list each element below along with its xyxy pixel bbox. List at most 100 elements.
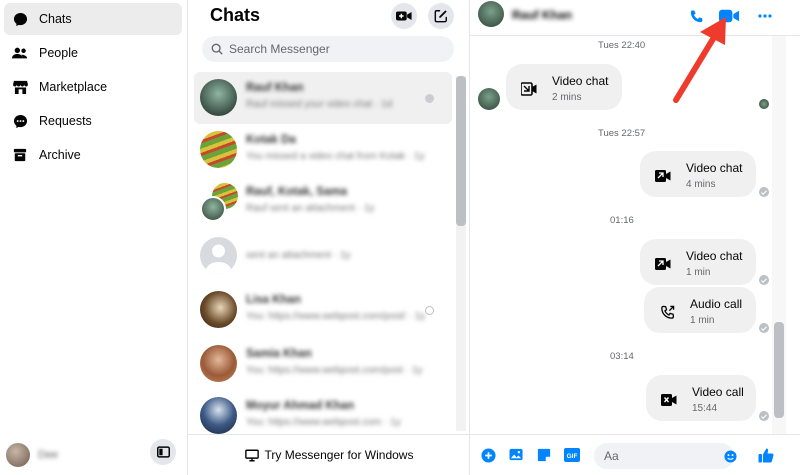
conversation-title[interactable]: Rauf Khan [512,8,572,22]
avatar [200,291,237,328]
new-message-button[interactable] [428,3,454,29]
nav-item-marketplace[interactable]: Marketplace [4,71,182,103]
avatar[interactable] [6,443,30,467]
video-call-button[interactable] [718,6,740,26]
conversation-panel: Rauf Khan Tues 22:40 Video chat 2 mins T… [470,0,800,475]
missed-video-call-icon [660,391,678,409]
avatar [200,196,226,222]
call-message[interactable]: Video chat 2 mins [506,64,622,110]
message-composer: GIF Aa [470,434,800,475]
compose-icon [434,9,448,23]
call-duration: 1 min [686,267,711,278]
delivered-icon [759,187,769,197]
outgoing-call-icon [658,303,676,321]
conversation-preview: Rauf missed your video chat · 1d [246,99,393,110]
more-options-button[interactable] [755,6,775,26]
video-icon [654,255,672,273]
conversation-name: Rauf Khan [246,82,304,94]
try-messenger-label: Try Messenger for Windows [264,448,414,462]
avatar [200,345,237,382]
nav-item-label: Requests [39,114,92,128]
conversation-header: Rauf Khan [470,0,800,36]
thumbs-up-icon [758,447,774,463]
plus-circle-icon [480,447,496,463]
more-icon [758,14,772,18]
conversation-name: Samia Khan [246,348,312,360]
message-placeholder: Aa [604,449,619,463]
gif-icon: GIF [564,448,580,462]
conversation-scrollbar[interactable] [774,322,784,418]
store-icon [12,79,28,95]
list-item[interactable]: Lisa Khan You: https://www.webpost.com/p… [194,284,452,336]
new-room-button[interactable] [391,3,417,29]
timestamp: Tues 22:57 [598,128,646,139]
list-item[interactable]: Samia Khan You: https://www.webpost.com/… [194,338,452,390]
list-item[interactable]: Kotak Da You missed a video chat from Ko… [194,124,452,176]
gif-button[interactable]: GIF [564,447,580,463]
call-message[interactable]: Video chat 1 min [640,239,756,285]
more-actions-button[interactable] [480,447,496,463]
timestamp: Tues 22:40 [598,40,646,51]
sent-status-icon [425,306,434,315]
read-status-icon [425,94,434,103]
sidebar-icon [156,446,170,458]
call-duration: 4 mins [686,179,716,190]
search-input[interactable]: Search Messenger [202,36,454,62]
left-navigation: Chats People Marketplace Requests Archiv… [0,0,188,475]
conversation-preview: sent an attachment · 1y [246,250,351,261]
people-icon [12,45,28,61]
conversation-name: Moyur Ahmad Khan [246,400,355,412]
conversation-preview: You: https://www.webpost.com · 1y [246,417,401,428]
desktop-icon [244,449,259,462]
sticker-button[interactable] [536,447,552,463]
call-duration: 2 mins [552,92,582,103]
audio-call-button[interactable] [686,6,706,26]
archive-icon [12,147,28,163]
chat-list-scrollbar[interactable] [456,76,466,226]
conversation-name: Lisa Khan [246,294,301,306]
page-title: Chats [210,5,261,25]
search-icon [211,43,223,55]
list-item[interactable]: Rauf Khan Rauf missed your video chat · … [194,72,452,124]
photo-icon [509,448,524,462]
seen-avatar [759,99,769,109]
conversation-preview: You: https://www.webpost.com/post · 1y [246,365,423,376]
delivered-icon [759,275,769,285]
avatar [200,79,237,116]
conversation-preview: Rauf sent an attachment · 1y [246,203,375,214]
video-icon [654,167,672,185]
like-button[interactable] [758,447,774,463]
avatar [200,397,237,434]
attach-photo-button[interactable] [508,447,524,463]
nav-item-requests[interactable]: Requests [4,105,182,137]
call-title: Audio call [690,297,743,311]
call-message[interactable]: Audio call 1 min [644,287,756,333]
emoji-icon [723,449,737,463]
avatar [200,237,237,274]
conversation-preview: You missed a video chat from Kotak · 1y [246,151,425,162]
try-messenger-windows-link[interactable]: Try Messenger for Windows [188,434,470,475]
phone-icon [689,9,704,24]
call-message[interactable]: Video call 15:44 [646,375,756,421]
nav-item-archive[interactable]: Archive [4,139,182,171]
call-duration: 15:44 [692,403,718,414]
nav-item-chats[interactable]: Chats [4,3,182,35]
conversation-preview: You: https://www.webpost.com/post/ · 1y [246,311,426,322]
svg-text:GIF: GIF [567,453,578,460]
video-camera-icon [718,9,740,23]
list-item[interactable]: Rauf, Kotak, Sama Rauf sent an attachmen… [194,176,452,228]
sticker-icon [537,448,551,462]
nav-item-people[interactable]: People [4,37,182,69]
emoji-button[interactable] [722,448,738,464]
call-title: Video call [692,385,744,399]
message-input[interactable]: Aa [594,443,734,469]
list-item[interactable]: sent an attachment · 1y [194,230,452,282]
timestamp: 03:14 [610,351,634,362]
toggle-sidebar-button[interactable] [150,439,176,465]
call-message[interactable]: Video chat 4 mins [640,151,756,197]
nav-item-label: Archive [39,148,81,162]
nav-item-label: People [39,46,78,60]
nav-item-label: Chats [39,12,72,26]
avatar [200,131,237,168]
avatar[interactable] [478,1,504,27]
